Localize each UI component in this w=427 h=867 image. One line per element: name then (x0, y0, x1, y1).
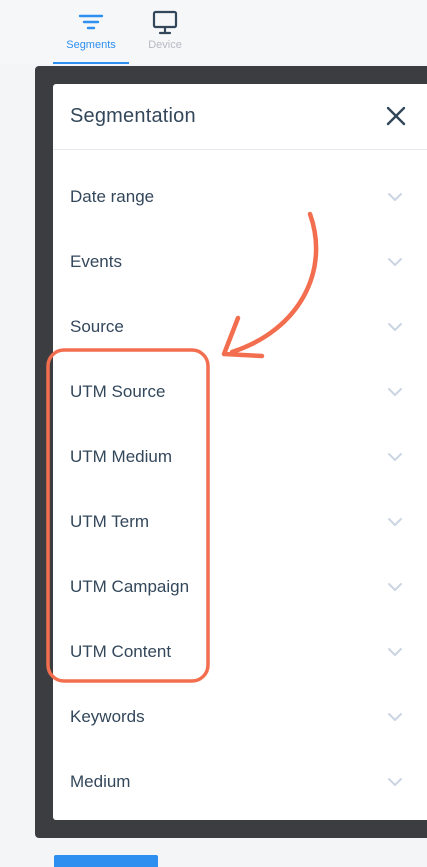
filter-label: UTM Medium (70, 447, 173, 466)
tab-segments[interactable]: Segments (53, 8, 129, 64)
chevron-down-icon (388, 648, 402, 656)
filter-keywords[interactable]: Keywords (53, 685, 427, 750)
filter-label: UTM Campaign (70, 577, 190, 596)
filter-label: Keywords (70, 707, 145, 726)
filter-utm-campaign[interactable]: UTM Campaign (53, 555, 427, 620)
bottom-badge (54, 855, 158, 867)
filter-label: UTM Term (70, 512, 150, 531)
monitor-icon (152, 10, 178, 35)
screen: Segments Device Segmentation Date range … (0, 0, 427, 867)
segmentation-panel: Segmentation Date range Events Source UT… (53, 84, 427, 820)
filter-utm-term[interactable]: UTM Term (53, 490, 427, 555)
chevron-down-icon (388, 193, 402, 201)
filter-label: UTM Source (70, 382, 166, 401)
tab-bar: Segments Device (0, 0, 427, 64)
chevron-down-icon (388, 453, 402, 461)
filter-label: Events (70, 252, 122, 271)
chevron-down-icon (388, 518, 402, 526)
chevron-down-icon (388, 258, 402, 266)
filter-medium[interactable]: Medium (53, 750, 427, 815)
chevron-down-icon (388, 778, 402, 786)
filter-events[interactable]: Events (53, 230, 427, 295)
tab-segments-label: Segments (66, 39, 116, 51)
filter-utm-source[interactable]: UTM Source (53, 360, 427, 425)
filter-date-range[interactable]: Date range (53, 165, 427, 230)
tab-device[interactable]: Device (127, 8, 203, 64)
chevron-down-icon (388, 323, 402, 331)
panel-header: Segmentation (53, 84, 427, 150)
panel-title: Segmentation (70, 105, 196, 127)
filter-label: Source (70, 317, 124, 336)
filter-label: Medium (70, 772, 131, 791)
close-icon[interactable] (382, 102, 410, 130)
filter-source[interactable]: Source (53, 295, 427, 360)
filter-label: UTM Content (70, 642, 172, 661)
filter-icon (78, 14, 104, 30)
filter-utm-medium[interactable]: UTM Medium (53, 425, 427, 490)
chevron-down-icon (388, 388, 402, 396)
chevron-down-icon (388, 713, 402, 721)
tab-device-label: Device (148, 39, 182, 51)
filter-utm-content[interactable]: UTM Content (53, 620, 427, 685)
filter-label: Date range (70, 187, 155, 206)
chevron-down-icon (388, 583, 402, 591)
